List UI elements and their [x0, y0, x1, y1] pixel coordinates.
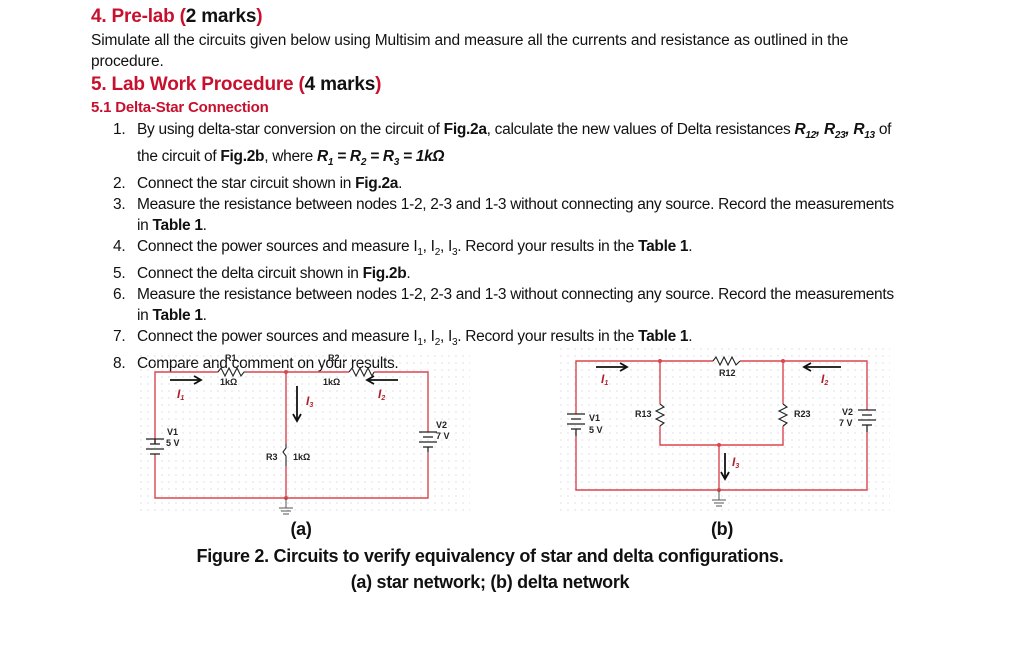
step-text: Connect the delta circuit shown in [137, 265, 363, 283]
step-text: . Record your results in the [457, 328, 639, 346]
r13-label: R13 [635, 409, 652, 419]
step-text: the circuit of [137, 148, 221, 166]
fig-ref: Fig.2b [220, 148, 265, 166]
prelab-number: 4. [91, 6, 107, 27]
step-number: 7. [113, 328, 126, 346]
r23-label: R23 [794, 409, 811, 419]
r13-symbol: R13 [853, 121, 875, 142]
procedure-title: Lab Work Procedure [111, 74, 294, 95]
r1-value: 1kΩ [220, 377, 237, 387]
prelab-marks: 2 marks [185, 6, 257, 27]
step-number: 5. [113, 265, 126, 283]
step-text: . [202, 217, 207, 235]
figure-a-caption: (a) [290, 519, 312, 539]
v1-value: 5 V [589, 425, 603, 435]
v1-label: V1 [167, 427, 178, 437]
step-text: in [137, 217, 153, 235]
step-number: 6. [113, 286, 126, 304]
step-text: in [137, 307, 153, 325]
r3-value: 1kΩ [293, 452, 310, 462]
step-number: 1. [113, 121, 126, 138]
step-2: 2. Connect the star circuit shown in Fig.… [113, 173, 953, 194]
step-4: 4. Connect the power sources and measure … [113, 238, 693, 259]
step-number: 2. [113, 175, 126, 193]
step-text: . [202, 307, 207, 325]
r2-label: R2 [328, 353, 340, 363]
step-text: Connect the star circuit shown in [137, 175, 356, 193]
fig-ref: Fig.2b [362, 265, 407, 283]
step-text: . [398, 175, 403, 193]
delta-circuit-diagram: R12 R13 R23 V1 5 V V2 7 V I1 I2 I3 [560, 348, 890, 513]
step-text: , calculate the new values of Delta resi… [486, 121, 795, 138]
procedure-heading: 5. Lab Work Procedure (4 marks) [91, 74, 381, 96]
step-text: Connect the power sources and measure I [137, 238, 418, 256]
junction-node [781, 359, 785, 363]
v2-value: 7 V [839, 418, 853, 428]
v2-value: 7 V [436, 431, 450, 441]
table-ref: Table 1 [152, 217, 203, 235]
r12-label: R12 [719, 368, 736, 378]
step-text: , where [264, 148, 317, 166]
r1-label: R1 [225, 353, 237, 363]
step-number: 8. [113, 355, 126, 373]
step-text: By using delta-star conversion on the ci… [137, 121, 444, 138]
step-1: 1. By using delta-star conversion on the … [113, 119, 953, 146]
steps-list: 1. By using delta-star conversion on the … [113, 119, 953, 374]
paren: ) [375, 74, 382, 95]
resistance-equation: R1 = R2 = R3 = 1kΩ [316, 148, 445, 169]
junction-node [717, 443, 721, 447]
junction-node [284, 370, 288, 374]
v1-value: 5 V [166, 438, 180, 448]
step-5: 5. Connect the delta circuit shown in Fig… [113, 263, 953, 284]
step-3: 3. Measure the resistance between nodes 1… [113, 194, 953, 215]
step-6-line2: in Table 1. [113, 305, 953, 326]
subscript: 2 [434, 247, 441, 259]
prelab-text-line1: Simulate all the circuits given below us… [91, 32, 849, 49]
figure-caption-line1: Figure 2. Circuits to verify equivalency… [196, 546, 784, 566]
junction-node [658, 359, 662, 363]
step-text: . [406, 265, 411, 283]
table-ref: Table 1 [638, 238, 689, 256]
step-number: 4. [113, 238, 126, 256]
subscript: 1 [417, 247, 423, 259]
grid-background [140, 352, 470, 514]
step-text: . [688, 328, 693, 346]
procedure-marks: 4 marks [304, 74, 376, 95]
star-circuit-diagram: R1 1kΩ R2 1kΩ R3 1kΩ V1 5 V V2 7 V I1 I2… [140, 352, 470, 515]
figure-b-caption: (b) [710, 519, 734, 539]
step-6: 6. Measure the resistance between nodes 1… [113, 284, 953, 305]
step-number: 3. [113, 196, 126, 214]
step-1-line2: the circuit of Fig.2b, where R1 = R2 = R… [113, 146, 953, 173]
r2-value: 1kΩ [323, 377, 340, 387]
v2-label: V2 [842, 407, 853, 417]
subscript: 2 [434, 337, 441, 349]
subscript: 1 [417, 337, 423, 349]
v1-label: V1 [589, 413, 600, 423]
step-text: . Record your results in the [457, 238, 639, 256]
step-3-line2: in Table 1. [113, 215, 953, 236]
r23-symbol: R23, [823, 121, 854, 142]
figure-caption-line2: (a) star network; (b) delta network [350, 572, 630, 592]
fig-ref: Fig.2a [355, 175, 399, 193]
v2-label: V2 [436, 420, 447, 430]
prelab-text: Simulate all the circuits given below us… [91, 30, 971, 72]
step-text: Measure the resistance between nodes 1-2… [137, 196, 894, 214]
table-ref: Table 1 [638, 328, 689, 346]
step-text: . [688, 238, 693, 256]
table-ref: Table 1 [152, 307, 203, 325]
paren: ) [256, 6, 263, 27]
prelab-heading: 4. Pre-lab (2 marks) [91, 6, 263, 28]
step-text: Connect the power sources and measure I [137, 328, 418, 346]
subsection-heading: 5.1 Delta-Star Connection [91, 99, 269, 116]
prelab-title: Pre-lab [111, 6, 175, 27]
r3-label: R3 [266, 452, 278, 462]
step-text: Measure the resistance between nodes 1-2… [137, 286, 894, 304]
r12-symbol: R12, [794, 121, 824, 142]
procedure-number: 5. [91, 74, 107, 95]
fig-ref: Fig.2a [443, 121, 487, 138]
step-text: of [874, 121, 892, 138]
prelab-text-line2: procedure. [91, 53, 164, 70]
